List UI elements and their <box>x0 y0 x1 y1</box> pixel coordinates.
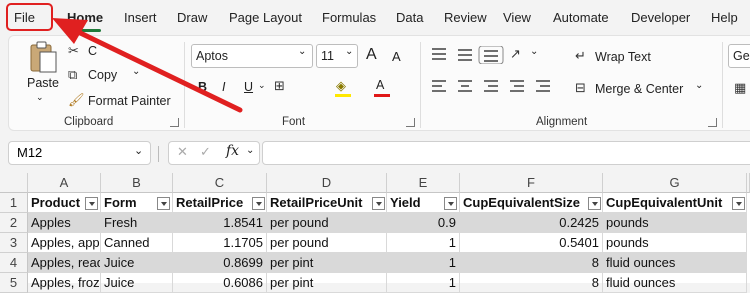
font-group-label: Font <box>282 116 306 128</box>
merge-center-button[interactable]: Merge & Center <box>595 82 683 96</box>
table-header-cell[interactable]: CupEquivalentUnit <box>603 193 747 213</box>
table-cell[interactable]: fluid ounces <box>603 273 747 293</box>
table-header-cell[interactable]: CupEquivalentSize <box>460 193 603 213</box>
column-header-e[interactable]: E <box>387 173 460 193</box>
cancel-icon[interactable]: ✕ <box>177 144 188 160</box>
table-cell[interactable]: pounds <box>603 233 747 253</box>
orientation-icon[interactable]: ↗ <box>510 46 521 62</box>
fx-dropdown-icon[interactable]: ⌄ <box>246 145 254 156</box>
menu-developer[interactable]: Developer <box>631 0 690 35</box>
merge-center-icon[interactable]: ⊟ <box>575 80 586 96</box>
alignment-group-label: Alignment <box>536 116 588 128</box>
formula-input[interactable] <box>262 141 750 165</box>
column-header-f[interactable]: F <box>460 173 603 193</box>
fill-color-swatch <box>335 94 351 97</box>
column-header-a[interactable]: A <box>28 173 101 193</box>
separator <box>420 42 421 128</box>
row-header[interactable]: 3 <box>0 233 28 253</box>
menu-formulas[interactable]: Formulas <box>322 0 376 35</box>
menu-help[interactable]: Help <box>711 0 738 35</box>
column-header-c[interactable]: C <box>173 173 267 193</box>
table-cell[interactable]: 0.9 <box>387 213 460 233</box>
menu-view[interactable]: View <box>503 0 531 35</box>
currency-icon[interactable]: ▦ <box>734 80 746 96</box>
horizontal-align-icons[interactable] <box>430 78 560 96</box>
wrap-text-button[interactable]: Wrap Text <box>595 50 651 64</box>
enter-icon[interactable]: ✓ <box>200 144 211 160</box>
table-cell[interactable]: Apples, applesauce <box>28 233 101 253</box>
font-launcher-icon[interactable] <box>406 118 415 127</box>
column-header-d[interactable]: D <box>267 173 387 193</box>
font-size-dropdown-icon[interactable]: ⌄ <box>345 46 353 57</box>
name-box-dropdown-icon[interactable]: ⌄ <box>134 144 143 157</box>
menu-automate[interactable]: Automate <box>553 0 609 35</box>
number-format-field[interactable]: Ger <box>728 44 750 68</box>
table-cell[interactable]: Apples, ready-to-drink <box>28 253 101 273</box>
grow-font-button[interactable]: A <box>366 46 377 64</box>
borders-icon[interactable]: ⊞ <box>274 78 285 94</box>
filter-dropdown-icon[interactable] <box>588 197 601 210</box>
table-cell[interactable]: Apples <box>28 213 101 233</box>
column-header-b[interactable]: B <box>101 173 173 193</box>
filter-dropdown-icon[interactable] <box>732 197 745 210</box>
fill-color-icon[interactable]: ◈ <box>336 78 346 94</box>
merge-dropdown-icon[interactable]: ⌄ <box>695 80 703 91</box>
table-cell[interactable]: 1 <box>387 273 460 293</box>
table-cell[interactable]: per pound <box>267 233 387 253</box>
annotation-arrow-icon <box>52 18 243 113</box>
row-header[interactable]: 5 <box>0 273 28 293</box>
shrink-font-button[interactable]: A <box>392 49 401 64</box>
table-header-cell[interactable]: RetailPriceUnit <box>267 193 387 213</box>
row-header[interactable]: 4 <box>0 253 28 273</box>
table-cell[interactable]: per pound <box>267 213 387 233</box>
filter-dropdown-icon[interactable] <box>372 197 385 210</box>
table-cell[interactable]: 1.1705 <box>173 233 267 253</box>
table-cell[interactable]: Apples, frozen concentrate <box>28 273 101 293</box>
table-cell[interactable]: 1 <box>387 253 460 273</box>
filter-dropdown-icon[interactable] <box>444 197 457 210</box>
filter-dropdown-icon[interactable] <box>85 197 98 210</box>
table-cell[interactable]: pounds <box>603 213 747 233</box>
font-color-swatch <box>374 94 390 97</box>
table-cell[interactable]: 8 <box>460 273 603 293</box>
row-header[interactable]: 2 <box>0 213 28 233</box>
table-cell[interactable]: 1 <box>387 233 460 253</box>
alignment-launcher-icon[interactable] <box>708 118 717 127</box>
font-color-button[interactable]: A <box>376 78 384 92</box>
row-header[interactable]: 1 <box>0 193 28 213</box>
column-header-g[interactable]: G <box>603 173 747 193</box>
table-cell[interactable]: 1.8541 <box>173 213 267 233</box>
table-cell[interactable]: Fresh <box>101 213 173 233</box>
filter-dropdown-icon[interactable] <box>157 197 170 210</box>
separator <box>158 146 159 162</box>
wrap-text-icon[interactable]: ↵ <box>575 48 586 64</box>
orientation-dropdown-icon[interactable]: ⌄ <box>530 46 538 57</box>
separator <box>722 42 723 128</box>
menu-review[interactable]: Review <box>444 0 487 35</box>
table-cell[interactable]: 0.8699 <box>173 253 267 273</box>
table-cell[interactable]: Canned <box>101 233 173 253</box>
table-cell[interactable]: 0.2425 <box>460 213 603 233</box>
font-name-dropdown-icon[interactable]: ⌄ <box>298 46 306 57</box>
insert-function-button[interactable]: fx <box>226 143 239 159</box>
select-all-corner[interactable] <box>0 173 28 193</box>
table-cell[interactable]: 0.5401 <box>460 233 603 253</box>
table-cell[interactable]: 8 <box>460 253 603 273</box>
table-cell[interactable]: 0.6086 <box>173 273 267 293</box>
table-cell[interactable]: Juice <box>101 273 173 293</box>
menu-data[interactable]: Data <box>396 0 423 35</box>
filter-dropdown-icon[interactable] <box>252 197 265 210</box>
table-cell[interactable]: Juice <box>101 253 173 273</box>
table-cell[interactable]: fluid ounces <box>603 253 747 273</box>
table-cell[interactable]: per pint <box>267 273 387 293</box>
table-cell[interactable]: per pint <box>267 253 387 273</box>
name-box[interactable]: M12 <box>8 141 151 165</box>
